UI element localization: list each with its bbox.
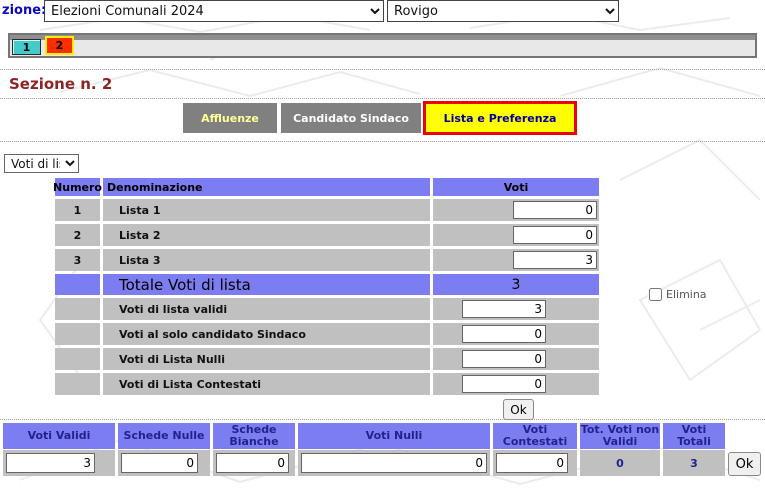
voti-validi-input[interactable] (6, 453, 95, 473)
header-schede-nulle: Schede Nulle (118, 423, 210, 449)
elimina-control: Elimina (649, 288, 707, 301)
table-row: 3 Lista 3 (55, 249, 602, 271)
schede-nulle-input[interactable] (121, 453, 198, 473)
table-row: 2 Lista 2 (55, 224, 602, 246)
row-numero: 1 (55, 199, 100, 221)
totals-value-row: 0 3 (3, 450, 725, 476)
elimina-checkbox[interactable] (649, 288, 662, 301)
totale-spacer (55, 274, 100, 295)
summary-row: Voti al solo candidato Sindaco (55, 323, 602, 345)
totals-ok-button[interactable]: Ok (728, 452, 761, 476)
affluenze-button[interactable]: Affluenze (183, 103, 277, 133)
schede-bianche-input[interactable] (216, 453, 289, 473)
candidato-sindaco-button[interactable]: Candidato Sindaco (281, 103, 421, 133)
summary-label: Voti di lista validi (103, 298, 430, 320)
row-denominazione: Lista 3 (103, 249, 430, 271)
totale-row: Totale Voti di lista 3 (55, 274, 602, 295)
summary-spacer (55, 323, 100, 345)
elimina-label: Elimina (666, 288, 707, 301)
summary-label: Voti di Lista Contestati (103, 373, 430, 395)
summary-spacer (55, 373, 100, 395)
tot-voti-non-validi-value: 0 (580, 450, 660, 476)
lista-e-preferenza-button-selected[interactable]: Lista e Preferenza (423, 101, 577, 135)
municipality-select[interactable]: Rovigo (387, 0, 619, 22)
summary-label: Voti al solo candidato Sindaco (103, 323, 430, 345)
voti-nulli-input[interactable] (301, 453, 487, 473)
summary-spacer (55, 348, 100, 370)
vote-type-select[interactable]: Voti di lista (4, 154, 79, 173)
header-voti: Voti (433, 178, 599, 196)
election-label: zione: (2, 3, 46, 18)
lista-ok-button[interactable]: Ok (503, 399, 534, 420)
separator (0, 98, 765, 99)
header-voti-totali: Voti Totali (663, 423, 725, 449)
totals-header-row: Voti Validi Schede Nulle Schede Bianche … (3, 423, 725, 450)
header-numero: Numero (55, 178, 100, 196)
section-tab-2-selected[interactable]: 2 (45, 36, 74, 55)
header-voti-nulli: Voti Nulli (298, 423, 490, 449)
header-voti-contestati: Voti Contestati (493, 423, 577, 449)
totale-value: 3 (433, 274, 599, 295)
separator (0, 141, 765, 142)
lista2-voti-input[interactable] (513, 226, 597, 244)
totals-table: Voti Validi Schede Nulle Schede Bianche … (3, 423, 725, 476)
lista-votes-table: Numero Denominazione Voti 1 Lista 1 2 Li… (55, 178, 602, 422)
header-schede-bianche: Schede Bianche (213, 423, 295, 449)
page-title: Sezione n. 2 (9, 75, 112, 93)
summary-row: Voti di Lista Nulli (55, 348, 602, 370)
voti-totali-value: 3 (663, 450, 725, 476)
voti-lista-validi-input[interactable] (462, 300, 546, 318)
voti-solo-sindaco-input[interactable] (462, 325, 546, 343)
voti-lista-contestati-input[interactable] (462, 375, 546, 393)
section-tab-strip: 1 2 (8, 33, 757, 58)
row-numero: 3 (55, 249, 100, 271)
separator (0, 69, 765, 70)
voti-contestati-input[interactable] (496, 453, 568, 473)
table-header-row: Numero Denominazione Voti (55, 178, 602, 196)
header-voti-validi: Voti Validi (3, 423, 115, 449)
tab-strip-shade (10, 35, 755, 40)
header-tot-voti-non-validi: Tot. Voti non Validi (580, 423, 660, 449)
summary-row: Voti di lista validi (55, 298, 602, 320)
row-denominazione: Lista 1 (103, 199, 430, 221)
election-select[interactable]: Elezioni Comunali 2024 (44, 0, 384, 22)
row-denominazione: Lista 2 (103, 224, 430, 246)
separator (0, 419, 765, 420)
section-tab-1[interactable]: 1 (12, 39, 41, 55)
page: zione: Elezioni Comunali 2024 Rovigo 1 2… (0, 0, 765, 491)
totale-label: Totale Voti di lista (103, 274, 430, 295)
voti-lista-nulli-input[interactable] (462, 350, 546, 368)
summary-spacer (55, 298, 100, 320)
summary-row: Voti di Lista Contestati (55, 373, 602, 395)
header-denominazione: Denominazione (103, 178, 430, 196)
lista3-voti-input[interactable] (513, 251, 597, 269)
lista1-voti-input[interactable] (513, 201, 597, 219)
table-row: 1 Lista 1 (55, 199, 602, 221)
row-numero: 2 (55, 224, 100, 246)
summary-label: Voti di Lista Nulli (103, 348, 430, 370)
